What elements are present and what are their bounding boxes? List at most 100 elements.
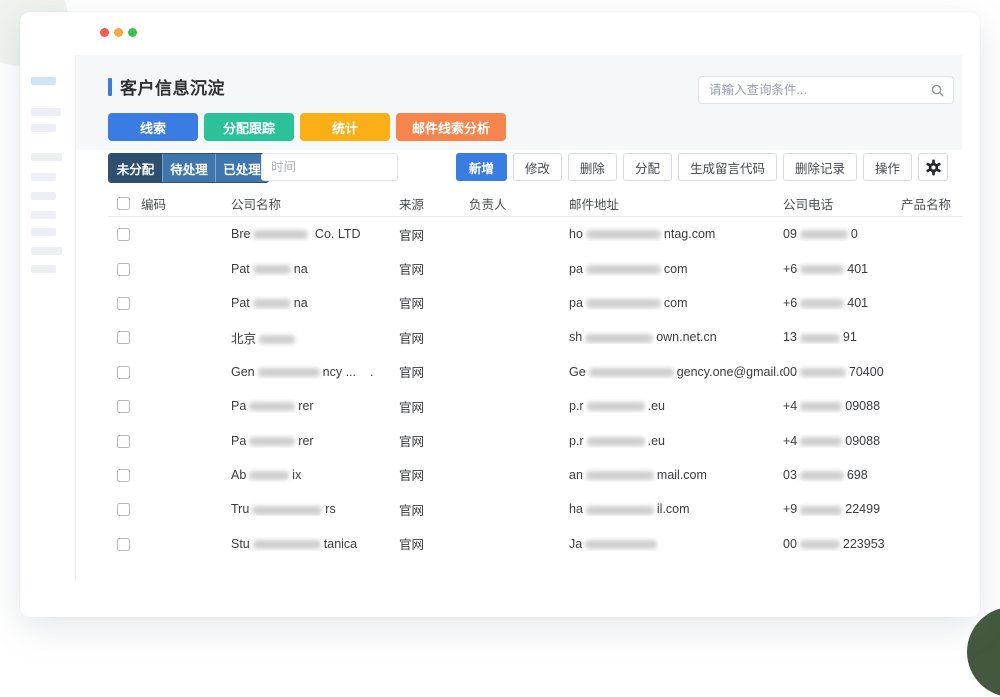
redacted-text [587,437,645,446]
row-checkbox[interactable] [117,503,130,516]
cell-phone: +409088 [783,434,901,448]
table-row: Stutanica官网Ja00223953 [108,527,963,561]
table-row: Abix官网anmail.com03698 [108,458,963,492]
row-checkbox[interactable] [117,435,130,448]
table-row: Parer官网p.r.eu+409088 [108,389,963,423]
cell-source: 官网 [399,397,469,416]
column-header: 公司名称 [231,194,399,213]
cell-email: pacom [569,262,783,276]
cell-company: Genncy .... [231,365,399,379]
sidebar-skeleton-bar [31,108,61,116]
filter-row: 未分配待处理已处理 [108,153,269,183]
cell-source: 官网 [399,225,469,244]
redacted-text [252,506,322,515]
row-checkbox[interactable] [117,366,130,379]
date-filter-input[interactable] [271,160,432,174]
window-minimize-dot[interactable] [114,28,123,37]
settings-button[interactable] [918,153,948,181]
cell-source: 官网 [399,500,469,519]
filter-unassigned[interactable]: 未分配 [109,154,162,182]
nav-button-stats[interactable]: 统计 [300,113,390,141]
cell-phone: 1391 [783,330,901,344]
cell-source: 官网 [399,293,469,312]
row-checkbox[interactable] [117,228,130,241]
cell-email: p.r.eu [569,434,783,448]
assign-button[interactable]: 分配 [623,153,672,181]
cell-company: Bre Co. LTD [231,227,399,241]
data-table: 编码公司名称来源负责人邮件地址公司电话产品名称 Bre Co. LTD官网hon… [108,190,963,561]
redacted-text [249,471,289,480]
redacted-text [586,299,661,308]
window-zoom-dot[interactable] [128,28,137,37]
column-header: 编码 [141,194,231,213]
filter-pending[interactable]: 待处理 [162,154,215,182]
row-checkbox[interactable] [117,400,130,413]
redacted-text [587,402,645,411]
column-header: 邮件地址 [569,194,783,213]
redacted-text [586,265,661,274]
column-header: 公司电话 [783,194,901,213]
table-row: Genncy ....官网Gegency.one@gmail.com007040… [108,355,963,389]
table-row: Patna官网pacom+6401 [108,251,963,285]
add-button[interactable]: 新增 [456,153,507,181]
redacted-text [253,540,321,549]
gear-icon [925,159,942,176]
row-checkbox[interactable] [117,297,130,310]
redacted-text [800,506,842,515]
row-checkbox[interactable] [117,263,130,276]
select-all-checkbox[interactable] [117,197,130,210]
cell-company: Parer [231,399,399,413]
redacted-text [585,334,653,343]
sidebar-skeleton-bar [31,192,56,200]
cell-company: Abix [231,468,399,482]
decor-circle-bottom-right [967,607,1000,697]
table-header: 编码公司名称来源负责人邮件地址公司电话产品名称 [108,190,963,217]
title-accent-bar [108,78,112,96]
table-row: Parer官网 p.r.eu+409088 [108,423,963,457]
cell-company: Patna [231,296,399,310]
sidebar-skeleton-bar [31,77,56,85]
redacted-text [585,540,657,549]
search-input[interactable] [709,83,930,97]
nav-button-leads[interactable]: 线索 [108,113,198,141]
cell-source: 官网 [399,431,469,450]
sidebar-skeleton-bar [31,173,56,181]
status-filter: 未分配待处理已处理 [108,153,269,183]
operation-button[interactable]: 操作 [863,153,912,181]
redacted-text [249,437,295,446]
modify-button[interactable]: 修改 [513,153,562,181]
cell-phone: 03698 [783,468,901,482]
search-icon[interactable] [930,83,945,98]
column-header: 来源 [399,194,469,213]
nav-button-email-analysis[interactable]: 邮件线索分析 [396,113,506,141]
redacted-text [586,230,661,239]
column-header: 产品名称 [901,194,963,213]
generate-code-button[interactable]: 生成留言代码 [678,153,777,181]
column-header: 负责人 [469,194,569,213]
cell-email: hail.com [569,502,783,516]
redacted-text [800,265,844,274]
redacted-text [249,402,295,411]
row-checkbox[interactable] [117,469,130,482]
cell-email: anmail.com [569,468,783,482]
delete-records-button[interactable]: 删除记录 [783,153,857,181]
redacted-text [586,506,654,515]
window-close-dot[interactable] [100,28,109,37]
row-checkbox[interactable] [117,538,130,551]
redacted-text [800,471,844,480]
cell-source: 官网 [399,534,469,553]
search-box [698,76,954,104]
cell-company: Stutanica [231,537,399,551]
table-body: Bre Co. LTD官网hontag.com090Patna官网pacom+6… [108,217,963,561]
nav-button-assign-track[interactable]: 分配跟踪 [204,113,294,141]
cell-company: Parer [231,434,399,448]
action-buttons: 新增 修改删除分配生成留言代码删除记录操作 [456,153,948,181]
redacted-text [259,335,295,344]
main-panel: 客户信息沉淀 线索分配跟踪统计邮件线索分析 未分配待处理已处理 [75,55,962,580]
delete-button[interactable]: 删除 [568,153,617,181]
redacted-text [253,299,291,308]
redacted-text [586,471,654,480]
app-window: 客户信息沉淀 线索分配跟踪统计邮件线索分析 未分配待处理已处理 [20,12,980,617]
row-checkbox[interactable] [117,331,130,344]
window-controls [100,28,137,37]
